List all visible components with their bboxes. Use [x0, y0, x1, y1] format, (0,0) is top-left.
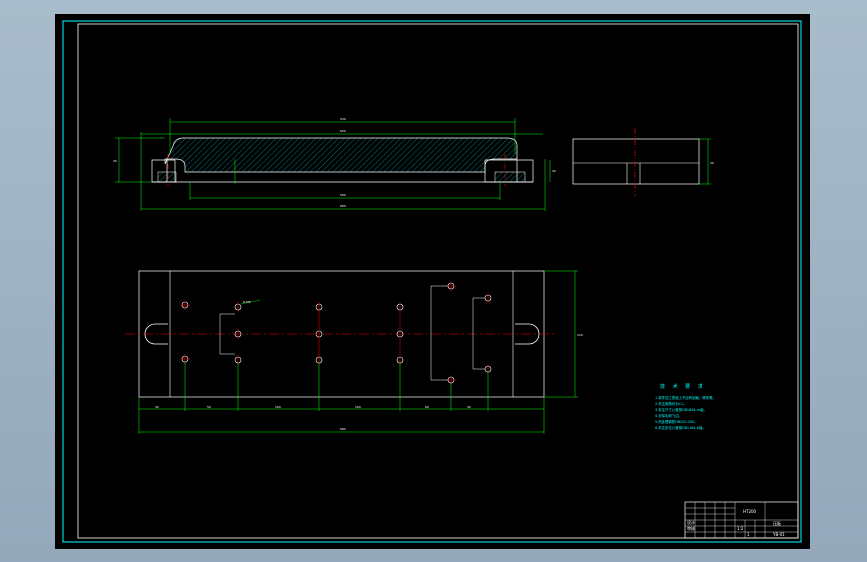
side-view: 20: [572, 128, 714, 196]
dim-bottom-overall: 680: [340, 204, 346, 208]
dim-chain-6: 40: [467, 405, 471, 409]
section-hatch: [164, 137, 518, 173]
tech-note-2: 2.未注倒角均为C1。: [655, 401, 687, 406]
tb-material: HT200: [743, 509, 757, 514]
tb-scale: 1:2: [737, 526, 744, 531]
dim-chain-5: 60: [425, 405, 429, 409]
title-block: HT200 压板 YB-01 1:2 1 设计 审核: [684, 501, 799, 539]
dim-chain-3: 160: [275, 405, 281, 409]
dim-chain-1: 40: [155, 405, 159, 409]
plan-view: 6-M8 40 50 160 160 60 40 680 120: [125, 270, 583, 434]
dim-plan-height: 120: [577, 333, 583, 337]
dim-chain-4: 160: [355, 405, 361, 409]
dim-plan-overall: 680: [340, 427, 346, 431]
tech-note-1: 1.零件加工表面上不应有划痕、擦伤等。: [655, 395, 716, 400]
tb-checker: 审核: [687, 525, 695, 531]
dim-bottom-base: 560: [340, 193, 346, 197]
outer-frame: [62, 20, 802, 543]
tb-part-name: 压板: [773, 520, 781, 526]
tech-notes: 技 术 要 求 1.零件加工表面上不应有划痕、擦伤等。 2.未注倒角均为C1。 …: [655, 383, 716, 430]
tb-sheet: 1: [747, 532, 750, 537]
tb-drawing-no: YB-01: [772, 532, 785, 537]
tb-designer: 设计: [687, 519, 695, 525]
tech-note-3: 3.未注尺寸公差按GB1804-m级。: [655, 407, 707, 412]
tech-notes-title: 技 术 要 求: [660, 383, 706, 390]
left-foot-hatch: [157, 171, 177, 183]
front-section-view: 600 540 680 560 40 40: [113, 117, 556, 211]
tech-note-5: 5.热处理调质HB220-250。: [655, 419, 698, 424]
dim-top-overall: 600: [340, 129, 346, 133]
drawing-paper[interactable]: 600 540 680 560 40 40 20 6-M8 40 50 160 …: [55, 14, 810, 549]
tech-note-6: 6.未注形位公差按GB1184-K级。: [655, 425, 706, 430]
dim-height-left: 40: [113, 159, 117, 163]
dim-top-inner: 540: [340, 117, 346, 121]
right-foot-hatch: [494, 171, 526, 183]
tech-note-4: 4.去除毛刺飞边。: [655, 413, 682, 418]
dim-chain-2: 50: [207, 405, 211, 409]
dim-height-right: 40: [552, 169, 556, 173]
dim-side-height: 20: [710, 161, 714, 165]
inner-frame: [77, 23, 799, 539]
cad-drawing: 600 540 680 560 40 40 20 6-M8 40 50 160 …: [62, 20, 802, 543]
